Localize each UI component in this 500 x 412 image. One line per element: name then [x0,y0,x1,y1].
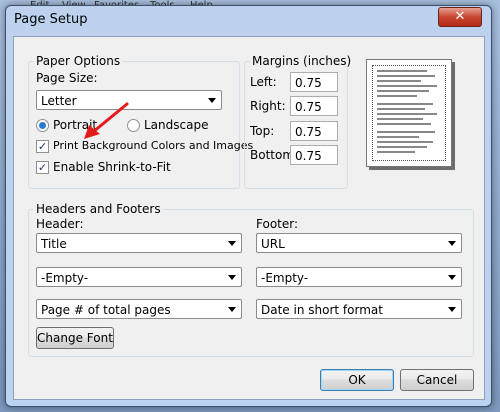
header-select-3-value: Page # of total pages [41,303,171,317]
margins-legend: Margins (inches) [250,54,354,68]
preview-text-line [377,103,433,105]
dialog-titlebar[interactable]: Page Setup ✕ [6,6,491,34]
dialog-title: Page Setup [14,12,88,27]
preview-text-line [377,118,423,120]
footer-select-1-value: URL [261,237,285,251]
page-size-value: Letter [41,94,77,108]
shrink-to-fit-checkbox[interactable]: ✓ [36,161,49,174]
dialog-client-area: Paper Options Page Size: Letter Portrait… [13,36,485,400]
preview-text-line [377,141,433,143]
page-setup-dialog: Page Setup ✕ Paper Options Page Size: Le… [5,5,492,407]
chevron-down-icon [228,307,236,312]
header-select-3[interactable]: Page # of total pages [36,299,242,319]
chevron-down-icon [448,307,456,312]
chevron-down-icon [448,275,456,280]
portrait-label[interactable]: Portrait [53,118,97,132]
footer-select-3[interactable]: Date in short format [256,299,462,319]
chevron-down-icon [228,241,236,246]
margin-top-value: 0.75 [295,125,322,139]
print-background-label[interactable]: Print Background Colors and Images [53,139,253,152]
preview-text-line [377,108,425,110]
chevron-down-icon [208,98,216,103]
preview-text-line [377,70,427,72]
header-select-2-value: -Empty- [41,271,89,285]
preview-text-line [377,113,437,115]
margin-top-input[interactable]: 0.75 [290,121,338,141]
margin-left-label: Left: [250,75,277,89]
change-font-button[interactable]: Change Font [36,327,114,349]
footer-select-1[interactable]: URL [256,233,462,253]
cancel-button[interactable]: Cancel [400,369,474,391]
margin-bottom-value: 0.75 [295,149,322,163]
margin-left-input[interactable]: 0.75 [290,72,338,92]
portrait-radio[interactable] [36,119,49,132]
margin-right-value: 0.75 [295,100,322,114]
shrink-to-fit-label[interactable]: Enable Shrink-to-Fit [53,160,171,174]
close-icon: ✕ [454,9,466,24]
preview-text-line [377,136,419,138]
preview-text-line [377,90,429,92]
margin-left-value: 0.75 [295,76,322,90]
ok-button[interactable]: OK [320,369,394,391]
margin-top-label: Top: [250,124,275,138]
chevron-down-icon [228,275,236,280]
preview-text-line [377,151,415,153]
preview-text-line [377,146,427,148]
footer-select-2-value: -Empty- [261,271,309,285]
margin-right-input[interactable]: 0.75 [290,96,338,116]
preview-text-line [377,80,421,82]
preview-text-line [377,85,437,87]
landscape-label[interactable]: Landscape [144,118,208,132]
page-preview [366,59,452,167]
header-select-2[interactable]: -Empty- [36,267,242,287]
margin-bottom-input[interactable]: 0.75 [290,145,338,165]
page-size-label: Page Size: [36,71,98,85]
header-select-1-value: Title [41,237,67,251]
close-button[interactable]: ✕ [438,7,482,27]
page-size-select[interactable]: Letter [36,90,222,110]
footer-label: Footer: [256,217,299,231]
header-select-1[interactable]: Title [36,233,242,253]
preview-margin-frame [372,65,446,161]
chevron-down-icon [448,241,456,246]
preview-text-line [377,95,417,97]
footer-select-2[interactable]: -Empty- [256,267,462,287]
preview-text-line [377,123,431,125]
preview-text-line [377,75,435,77]
margin-right-label: Right: [250,99,286,113]
preview-text-line [377,131,435,133]
paper-options-legend: Paper Options [34,54,123,68]
header-label: Header: [36,217,84,231]
footer-select-3-value: Date in short format [261,303,383,317]
print-background-checkbox[interactable]: ✓ [36,140,49,153]
landscape-radio[interactable] [127,119,140,132]
headers-footers-legend: Headers and Footers [34,202,163,216]
